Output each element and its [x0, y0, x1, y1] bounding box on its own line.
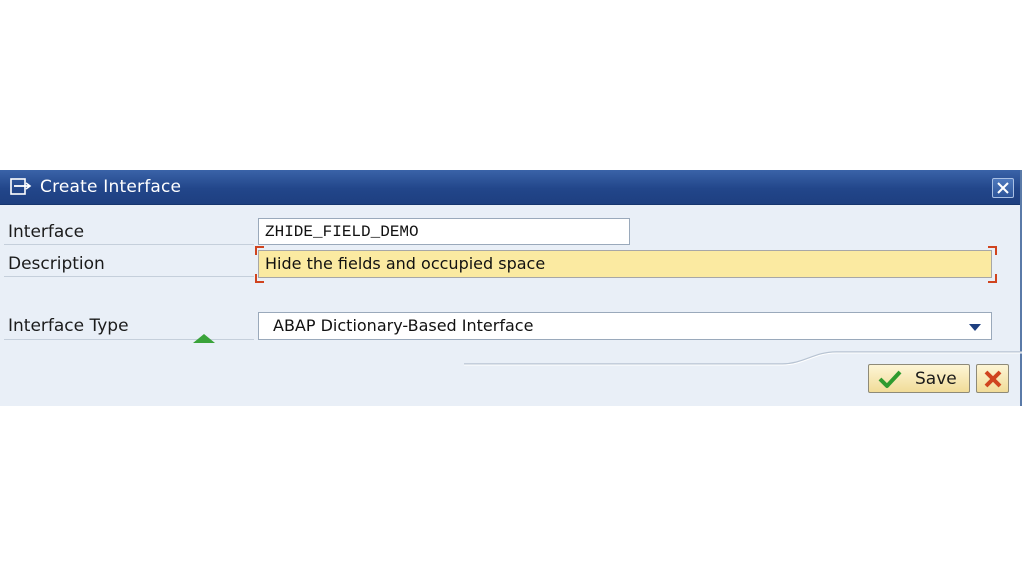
window-create-icon — [10, 178, 32, 195]
interface-label: Interface — [8, 222, 85, 242]
interface-type-select[interactable]: ABAP Dictionary-Based Interface — [258, 312, 992, 340]
required-marker — [255, 274, 264, 283]
dialog-title: Create Interface — [40, 177, 182, 197]
interface-type-label: Interface Type — [8, 316, 129, 336]
close-button[interactable] — [992, 178, 1014, 198]
required-marker — [255, 246, 264, 255]
tooltip-indicator-icon — [193, 334, 215, 343]
save-label: Save — [915, 369, 957, 389]
dialog-titlebar[interactable]: Create Interface — [0, 170, 1020, 205]
interface-type-value: ABAP Dictionary-Based Interface — [273, 316, 534, 335]
label-divider — [4, 339, 254, 340]
label-divider — [4, 244, 254, 245]
description-field[interactable]: Hide the fields and occupied space — [258, 250, 992, 278]
required-marker — [988, 246, 997, 255]
close-icon — [997, 182, 1009, 194]
label-divider — [4, 276, 254, 277]
chevron-down-icon[interactable] — [969, 324, 981, 331]
checkmark-icon — [878, 370, 902, 388]
description-label: Description — [8, 254, 105, 274]
create-interface-dialog: Create Interface Interface ZHIDE_FIELD_D… — [0, 170, 1022, 406]
save-button[interactable]: Save — [868, 364, 970, 393]
cancel-button[interactable] — [976, 364, 1009, 393]
cancel-icon — [984, 370, 1002, 388]
required-marker — [988, 274, 997, 283]
interface-name-field[interactable]: ZHIDE_FIELD_DEMO — [258, 218, 630, 245]
